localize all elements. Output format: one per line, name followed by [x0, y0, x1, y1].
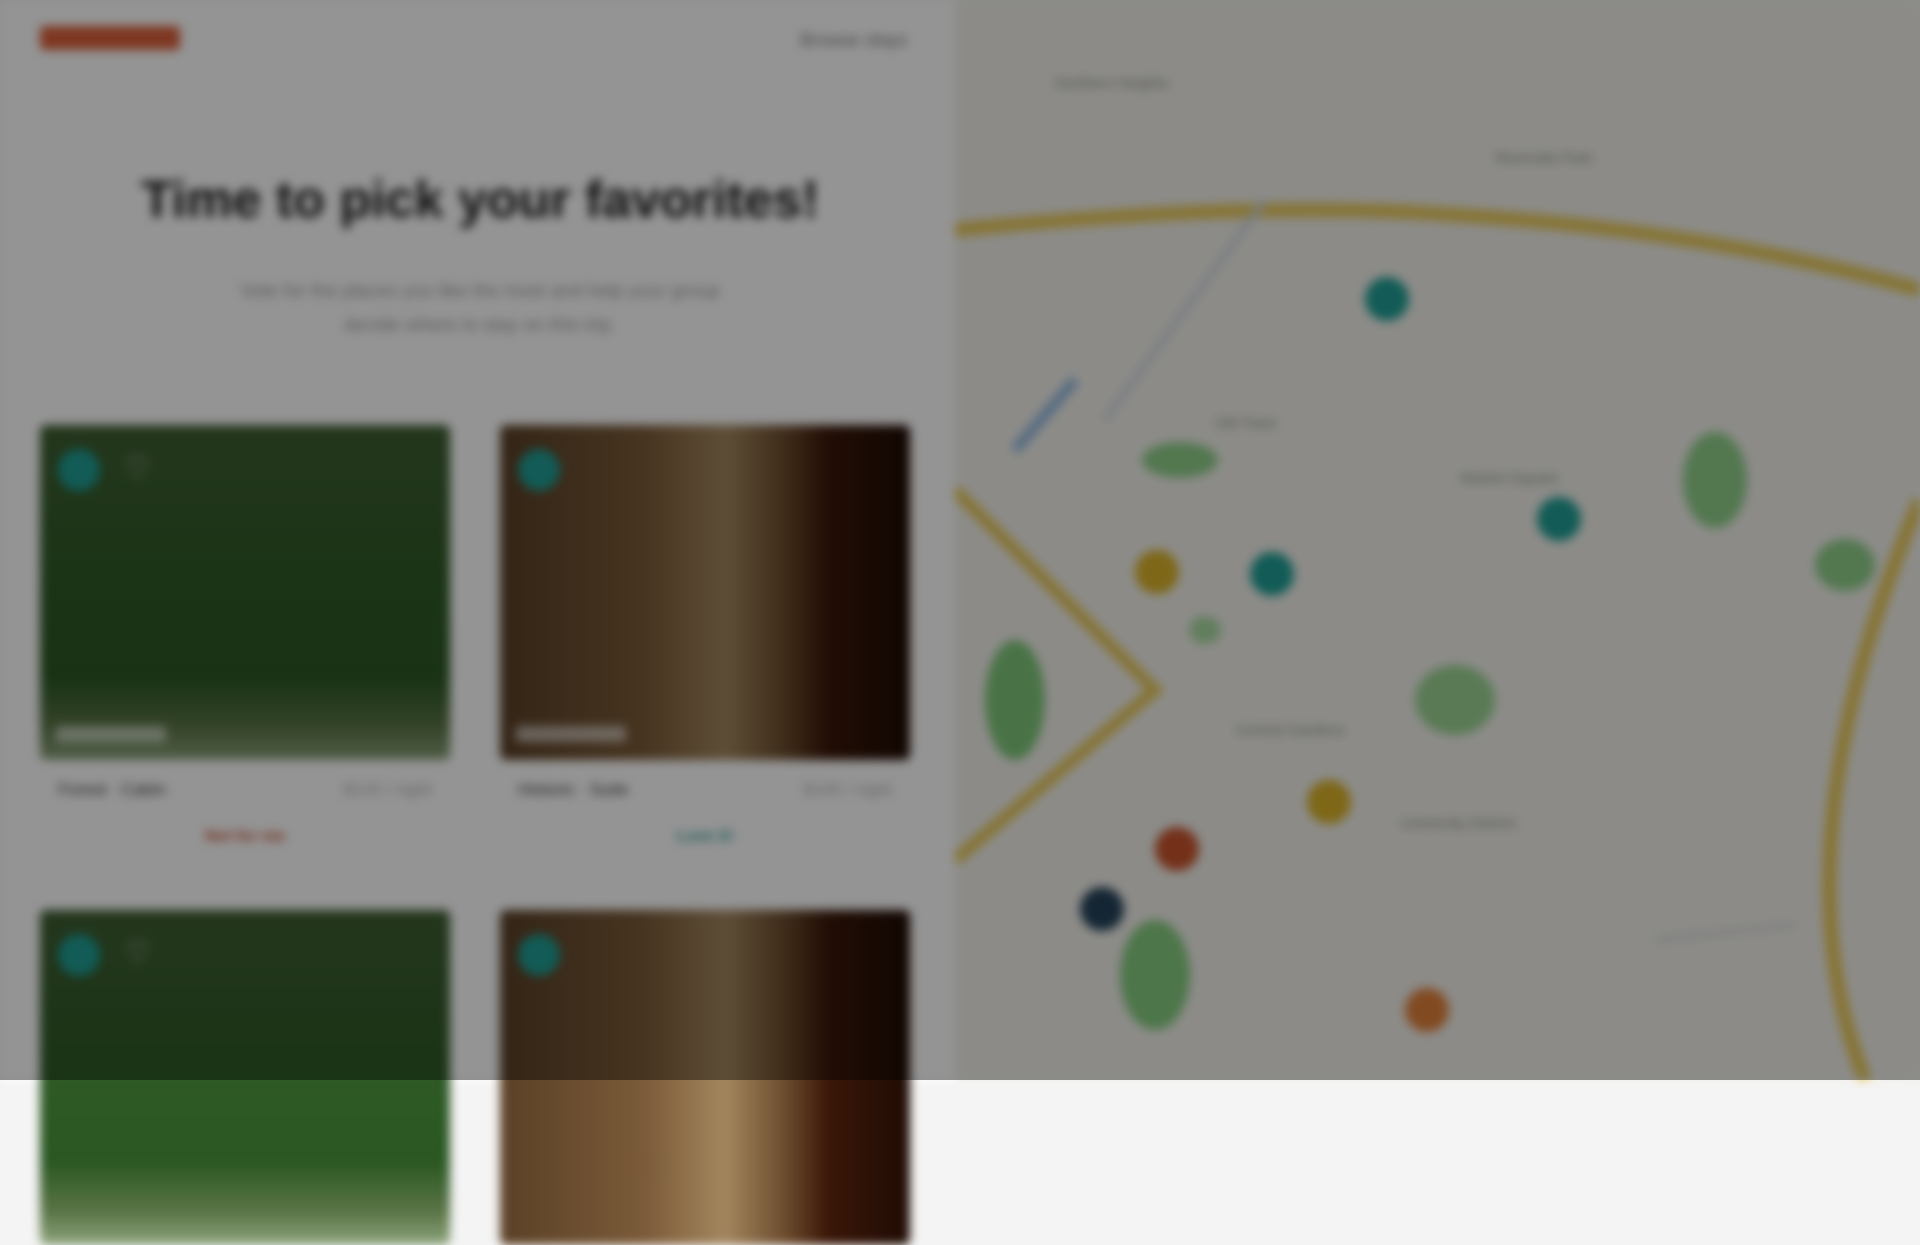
modal-backdrop[interactable] — [0, 0, 1920, 1080]
